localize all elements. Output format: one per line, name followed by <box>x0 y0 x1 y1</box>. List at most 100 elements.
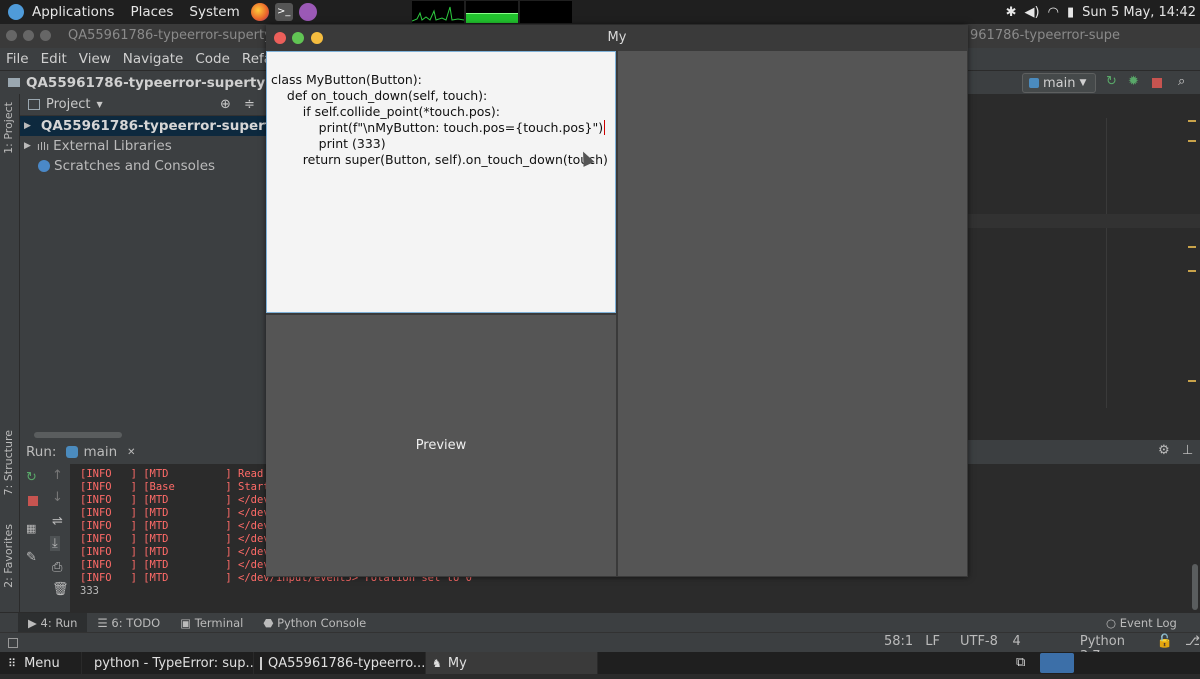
menu-code[interactable]: Code <box>189 51 236 67</box>
ide-window-title-right: 961786-typeerror-supe <box>970 28 1120 43</box>
run-config-selector[interactable]: main ▼ <box>1022 73 1096 93</box>
tab-structure[interactable]: 7: Structure <box>2 430 15 495</box>
kivy-title-bar[interactable]: My <box>266 25 968 51</box>
up-arrow-icon[interactable]: ↑ <box>52 468 63 483</box>
project-panel-header: Project ▼ ⊕ ≑ <box>20 94 266 116</box>
grid-icon: ⠿ <box>8 656 17 670</box>
scratches-icon <box>38 160 50 172</box>
locate-icon[interactable]: ⊕ <box>220 97 231 112</box>
tab-terminal[interactable]: ▣ Terminal <box>170 616 253 630</box>
tray-app-icon[interactable] <box>1040 653 1074 673</box>
ide-window-controls[interactable] <box>6 30 58 42</box>
menu-applications[interactable]: Applications <box>24 4 122 20</box>
minimize-window-icon[interactable] <box>311 32 323 44</box>
tab-project[interactable]: 1: Project <box>2 102 15 154</box>
debug-icon[interactable]: ✹ <box>1128 74 1139 89</box>
app-menu-logo-icon[interactable] <box>8 4 24 20</box>
down-arrow-icon[interactable]: ↓ <box>52 490 63 505</box>
kivy-icon: ♞ <box>432 656 442 670</box>
chevron-down-icon[interactable]: ▼ <box>96 100 102 109</box>
rerun-icon[interactable]: ↻ <box>1106 74 1117 89</box>
preview-button-label: Preview <box>415 438 467 453</box>
preview-button[interactable]: Preview <box>266 315 616 576</box>
menu-system[interactable]: System <box>181 4 247 20</box>
kivy-window-title: My <box>607 30 627 45</box>
tree-item-scratches[interactable]: Scratches and Consoles <box>20 156 266 176</box>
bluetooth-icon[interactable]: ✱ <box>1006 5 1017 20</box>
editor-scroll-marker <box>1188 140 1196 142</box>
run-config-label: main <box>1043 75 1076 91</box>
menu-places[interactable]: Places <box>122 4 181 20</box>
battery-icon[interactable]: ▮ <box>1067 5 1074 20</box>
task-browser[interactable]: python - TypeError: sup... <box>82 652 254 674</box>
pin-icon[interactable]: ✎ <box>26 550 37 565</box>
workspace-switcher-icon[interactable]: ⧉ <box>1016 655 1025 670</box>
tree-item-external-libraries[interactable]: ▶ ıllı External Libraries <box>20 136 266 156</box>
cpu-monitor-graph <box>411 1 464 23</box>
tab-python-console[interactable]: ⬣ Python Console <box>253 616 376 630</box>
python-icon <box>1029 78 1039 88</box>
expand-arrow-icon[interactable]: ▶ <box>24 141 31 151</box>
gear-icon[interactable]: ⚙ <box>1158 443 1170 458</box>
code-text-input[interactable]: class MyButton(Button): def on_touch_dow… <box>266 51 616 313</box>
terminal-icon[interactable]: >_ <box>274 3 293 21</box>
taskbar-menu-label: Menu <box>24 655 60 671</box>
print-icon[interactable]: ⎙ <box>52 560 62 575</box>
tree-item-project-root[interactable]: ▶ QA55961786-typeerror-supertype- <box>20 116 304 136</box>
code-line: def on_touch_down(self, touch): <box>271 88 488 103</box>
tab-todo[interactable]: ☰ 6: TODO <box>87 616 170 630</box>
chevron-down-icon: ▼ <box>1079 78 1087 88</box>
horizontal-scrollbar[interactable] <box>34 432 122 438</box>
menu-edit[interactable]: Edit <box>35 51 73 67</box>
search-icon[interactable]: ⌕ <box>1178 74 1185 89</box>
close-window-icon[interactable] <box>274 32 286 44</box>
tree-item-label: Scratches and Consoles <box>54 158 216 174</box>
firefox-icon[interactable] <box>250 3 269 21</box>
menu-view[interactable]: View <box>73 51 117 67</box>
vertical-scrollbar[interactable] <box>1192 564 1198 610</box>
tab-run[interactable]: ▶ 4: Run <box>18 612 88 633</box>
ide-status-bar: 58:1 LF ÷ UTF-8 ÷ 4 spaces ÷ Python 3.7 … <box>0 632 1200 679</box>
trash-icon[interactable]: 🗑 <box>52 582 69 597</box>
stop-icon[interactable] <box>28 496 38 506</box>
code-line: print(f"\nMyButton: touch.pos={touch.pos… <box>271 120 606 135</box>
text-editor-icon[interactable] <box>298 3 317 21</box>
collapse-icon[interactable]: ≑ <box>244 97 255 112</box>
editor-gutter-line <box>1106 118 1107 408</box>
status-square-icon[interactable] <box>8 637 18 648</box>
run-tab-main[interactable]: main <box>83 444 117 460</box>
code-line: return super(Button, self).on_touch_down… <box>271 152 608 167</box>
editor-area[interactable] <box>968 94 1200 440</box>
task-pycharm[interactable]: QA55961786-typeerro... <box>254 652 426 674</box>
soft-wrap-icon[interactable]: ⇌ <box>52 514 63 529</box>
volume-icon[interactable]: ◀) <box>1025 5 1040 20</box>
expand-arrow-icon[interactable]: ▶ <box>24 121 31 131</box>
scroll-to-end-icon[interactable]: ⤓ <box>50 536 60 551</box>
layout-icon[interactable]: ▦ <box>26 522 36 535</box>
maximize-window-icon[interactable] <box>292 32 304 44</box>
rerun-icon[interactable]: ↻ <box>26 470 37 485</box>
text-cursor <box>604 120 606 135</box>
editor-scroll-marker <box>1188 380 1196 382</box>
wifi-icon[interactable]: ◠ <box>1048 5 1059 20</box>
current-line-highlight <box>968 214 1200 228</box>
minimize-icon[interactable]: ⊥ <box>1182 443 1193 458</box>
taskbar-menu-button[interactable]: ⠿ Menu <box>0 652 82 674</box>
close-icon[interactable]: ✕ <box>127 447 135 458</box>
panel-icon <box>28 99 40 110</box>
memory-monitor-graph <box>465 1 518 23</box>
code-line: print (333) <box>271 136 386 151</box>
left-tool-strip: 1: Project 7: Structure 2: Favorites <box>0 94 20 612</box>
stop-icon[interactable] <box>1152 78 1162 88</box>
task-kivy-app[interactable]: ♞ My <box>426 652 598 674</box>
project-panel-title[interactable]: Project <box>46 97 90 112</box>
event-log-button[interactable]: ○ Event Log <box>1096 616 1187 630</box>
tab-favorites[interactable]: 2: Favorites <box>2 524 15 588</box>
taskbar: ⠿ Menu python - TypeError: sup... QA5596… <box>0 652 1200 674</box>
clock[interactable]: Sun 5 May, 14:42 <box>1082 5 1196 20</box>
ide-window-title: QA55961786-typeerror-supertype <box>68 28 289 43</box>
menu-file[interactable]: File <box>0 51 35 67</box>
network-monitor-graph <box>519 1 572 23</box>
menu-navigate[interactable]: Navigate <box>117 51 190 67</box>
pycharm-icon <box>260 656 262 670</box>
